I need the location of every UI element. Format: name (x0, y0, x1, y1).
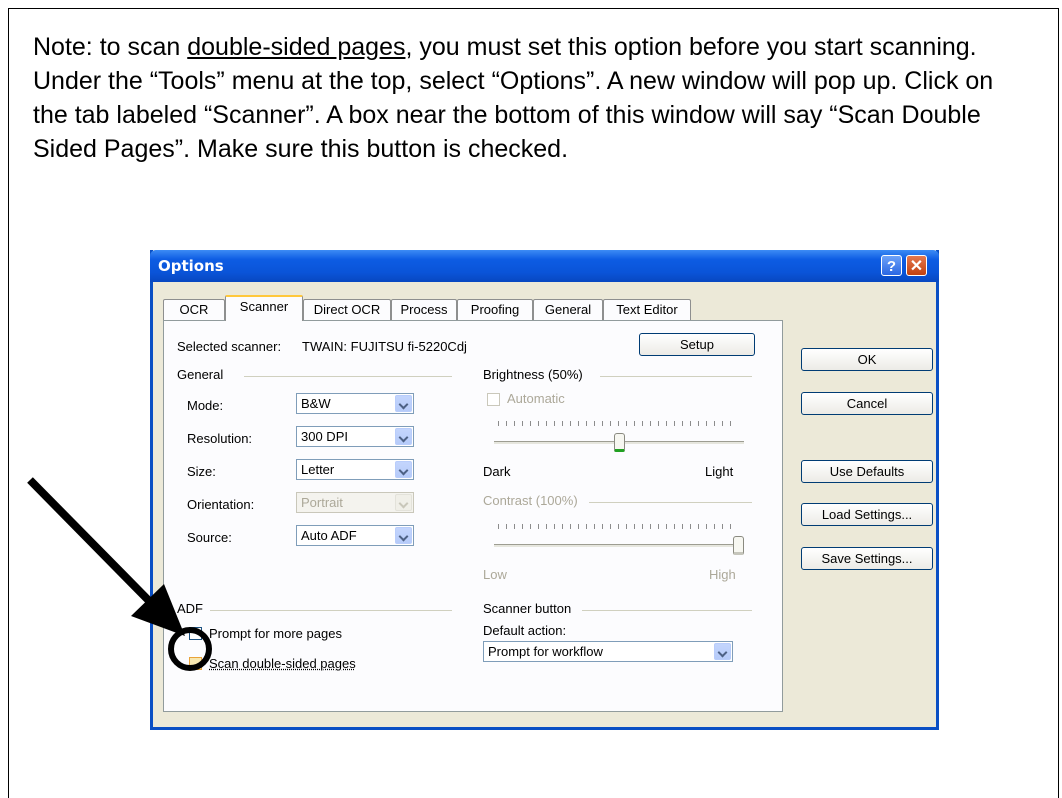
double-sided-label: Scan double-sided pages (209, 656, 356, 671)
cancel-button[interactable]: Cancel (801, 392, 933, 415)
selected-scanner-label: Selected scanner: (177, 339, 282, 354)
selected-scanner-value: TWAIN: FUJITSU fi-5220Cdj (302, 339, 467, 354)
source-label: Source: (187, 530, 232, 545)
contrast-group-line (589, 502, 752, 503)
prompt-more-pages-label: Prompt for more pages (209, 626, 342, 641)
orientation-label: Orientation: (187, 497, 255, 512)
use-defaults-button[interactable]: Use Defaults (801, 460, 933, 483)
contrast-group-label: Contrast (100%) (483, 493, 578, 508)
size-label: Size: (187, 464, 216, 479)
tab-process[interactable]: Process (391, 299, 457, 320)
brightness-light-label: Light (705, 464, 734, 479)
mode-select[interactable]: B&W (296, 393, 414, 414)
size-select[interactable]: Letter (296, 459, 414, 480)
automatic-checkbox (487, 393, 500, 406)
setup-button[interactable]: Setup (639, 333, 755, 356)
note-underlined-text: double-sided pages (187, 33, 406, 61)
chevron-down-icon[interactable] (714, 643, 731, 660)
mode-label: Mode: (187, 398, 224, 413)
contrast-low-label: Low (483, 567, 507, 582)
default-action-value: Prompt for workflow (488, 644, 603, 659)
contrast-track (494, 544, 744, 547)
brightness-dark-label: Dark (483, 464, 511, 479)
load-settings-button[interactable]: Load Settings... (801, 503, 933, 526)
orientation-select: Portrait (296, 492, 414, 513)
adf-group-line (210, 610, 452, 611)
brightness-slider-thumb[interactable] (613, 433, 625, 452)
chevron-down-icon[interactable] (395, 461, 412, 478)
instruction-text: Note: to scan double-sided pages, you mu… (33, 30, 1033, 166)
source-value: Auto ADF (301, 528, 357, 543)
scanner-tab-panel: Selected scanner: TWAIN: FUJITSU fi-5220… (163, 320, 783, 712)
brightness-group-label: Brightness (50%) (483, 367, 583, 382)
tab-proofing[interactable]: Proofing (457, 299, 533, 320)
adf-group-label: ADF (177, 601, 203, 616)
ok-button[interactable]: OK (801, 348, 933, 371)
scanner-button-group-label: Scanner button (483, 601, 572, 616)
general-group-label: General (177, 367, 224, 382)
chevron-down-icon[interactable] (395, 395, 412, 412)
tab-direct-ocr[interactable]: Direct OCR (303, 299, 391, 320)
resolution-value: 300 DPI (301, 429, 348, 444)
chevron-down-icon[interactable] (395, 428, 412, 445)
chevron-down-icon[interactable] (395, 527, 412, 544)
close-button[interactable]: ✕ (906, 255, 927, 276)
tab-scanner[interactable]: Scanner (225, 295, 303, 321)
dialog-title: Options (158, 257, 224, 275)
note-text-start: Note: to scan (33, 33, 188, 61)
size-value: Letter (301, 462, 335, 477)
brightness-group-line (600, 376, 752, 377)
help-button[interactable]: ? (881, 255, 902, 276)
options-dialog: Options ? ✕ OCR Scanner Direct OCR Proce… (150, 250, 939, 730)
brightness-ticks (498, 421, 738, 426)
contrast-slider-thumb (733, 536, 744, 555)
tab-general[interactable]: General (533, 299, 603, 320)
contrast-ticks (498, 524, 738, 529)
tab-text-editor[interactable]: Text Editor (603, 299, 691, 320)
general-group-line (244, 376, 452, 377)
tab-ocr[interactable]: OCR (163, 299, 225, 320)
resolution-select[interactable]: 300 DPI (296, 426, 414, 447)
scanner-button-group-line (582, 610, 752, 611)
default-action-label: Default action: (483, 623, 567, 638)
contrast-high-label: High (709, 567, 736, 582)
resolution-label: Resolution: (187, 431, 253, 446)
chevron-down-icon (395, 494, 412, 511)
default-action-select[interactable]: Prompt for workflow (483, 641, 733, 662)
source-select[interactable]: Auto ADF (296, 525, 414, 546)
highlight-circle (168, 627, 212, 671)
orientation-value: Portrait (301, 495, 343, 510)
save-settings-button[interactable]: Save Settings... (801, 547, 933, 570)
title-bar[interactable]: Options ? ✕ (150, 250, 939, 282)
mode-value: B&W (301, 396, 331, 411)
automatic-label: Automatic (507, 391, 565, 406)
